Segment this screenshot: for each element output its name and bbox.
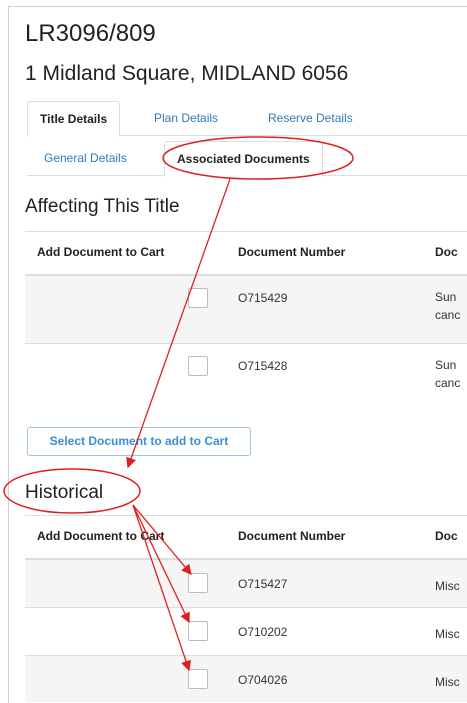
- highlight-ellipse: [162, 136, 354, 180]
- annotation-overlay: [3, 136, 354, 672]
- annotation-arrow: [132, 504, 191, 672]
- highlight-ellipse: [3, 468, 141, 514]
- annotation-arrow: [132, 504, 190, 624]
- annotation-arrow: [132, 504, 192, 575]
- annotation-arrow: [126, 178, 231, 469]
